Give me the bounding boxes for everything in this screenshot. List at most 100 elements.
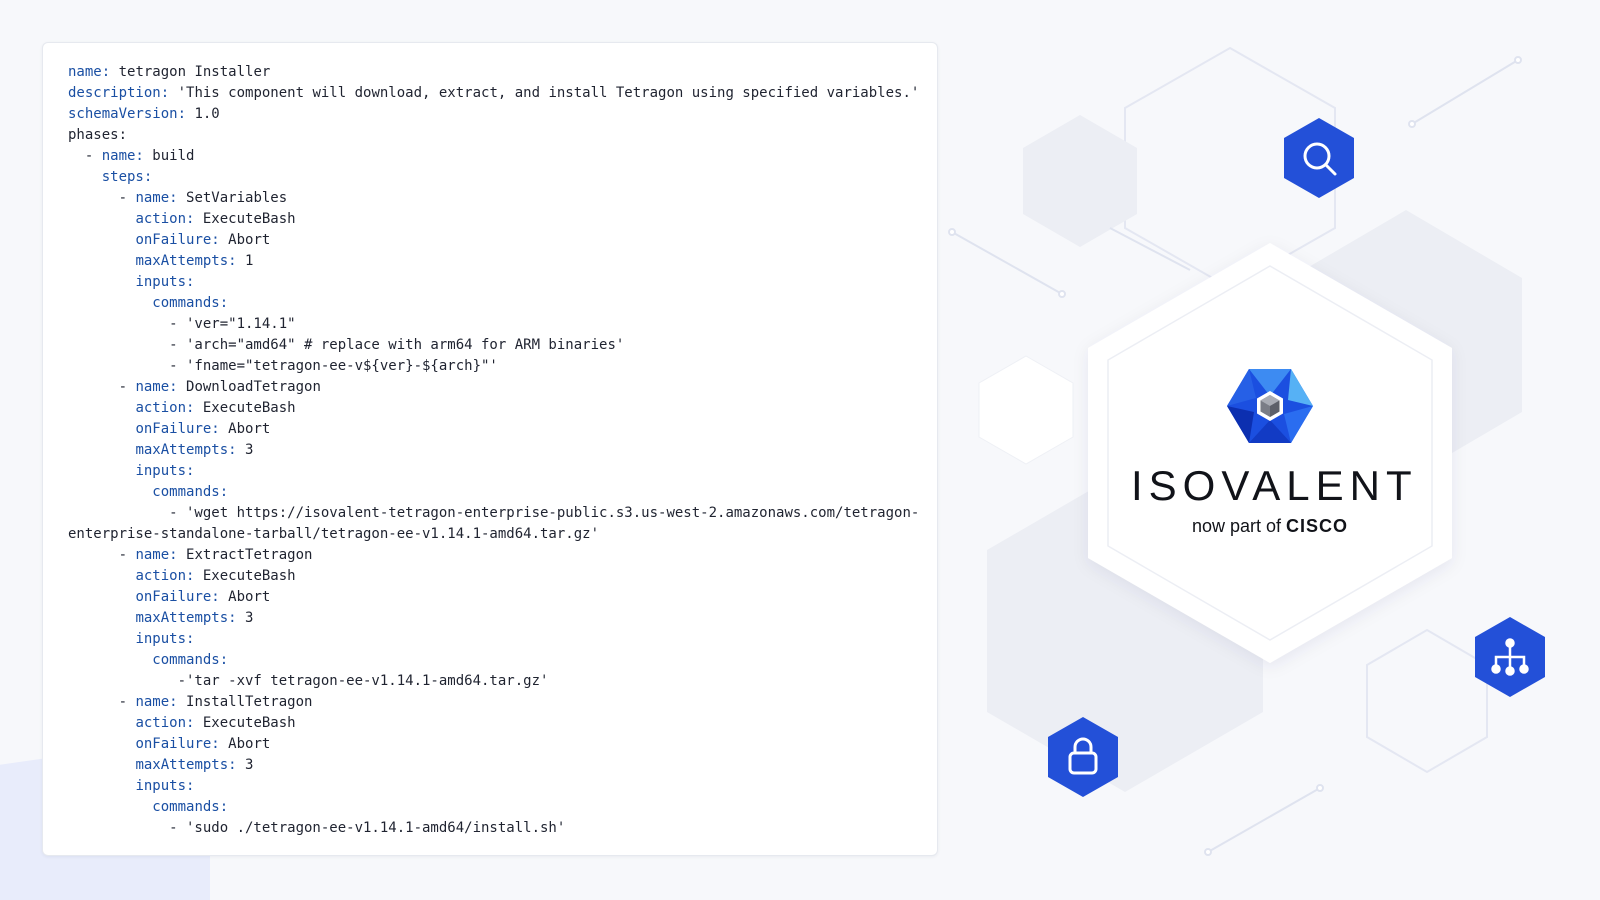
yaml-value: SetVariables: [177, 190, 288, 206]
yaml-key: commands:: [152, 799, 229, 815]
yaml-key: action:: [135, 211, 195, 227]
logo-subtitle: now part of CISCO: [1150, 515, 1390, 537]
decorative-hexagon-art: [948, 46, 1545, 856]
yaml-value: Abort: [219, 421, 271, 437]
code-line: action: ExecuteBash: [68, 713, 919, 734]
code-line: inputs:: [68, 272, 919, 293]
yaml-value: InstallTetragon: [177, 694, 313, 710]
yaml-key: name:: [101, 148, 144, 164]
yaml-key: name:: [135, 379, 178, 395]
yaml-key: action:: [135, 715, 195, 731]
yaml-value: ExtractTetragon: [177, 547, 313, 563]
yaml-key: action:: [135, 400, 195, 416]
code-line: -'tar -xvf tetragon-ee-v1.14.1-amd64.tar…: [68, 671, 919, 692]
yaml-key: onFailure:: [135, 421, 220, 437]
code-indent: -: [68, 190, 136, 206]
code-line: inputs:: [68, 776, 919, 797]
yaml-value: - 'arch="amd64" # replace with arm64 for…: [68, 337, 625, 353]
code-indent: -: [68, 547, 136, 563]
code-line: - 'ver="1.14.1": [68, 314, 919, 335]
yaml-key: onFailure:: [135, 232, 220, 248]
yaml-key: commands:: [152, 484, 229, 500]
yaml-key: maxAttempts:: [135, 253, 237, 269]
yaml-key: onFailure:: [135, 736, 220, 752]
code-line: onFailure: Abort: [68, 734, 919, 755]
code-line: maxAttempts: 3: [68, 608, 919, 629]
code-line: onFailure: Abort: [68, 230, 919, 251]
code-indent: -: [68, 148, 102, 164]
yaml-key: description:: [68, 85, 170, 101]
yaml-key: name:: [135, 547, 178, 563]
yaml-value: 'This component will download, extract, …: [169, 85, 920, 101]
yaml-key: schemaVersion:: [68, 106, 187, 122]
yaml-value: enterprise-standalone-tarball/tetragon-e…: [68, 526, 600, 542]
yaml-value: Abort: [219, 589, 271, 605]
yaml-value: Abort: [219, 232, 271, 248]
code-indent: -: [68, 694, 136, 710]
code-line: - name: build: [68, 146, 919, 167]
code-line: onFailure: Abort: [68, 587, 919, 608]
yaml-key: action:: [135, 568, 195, 584]
code-indent: -: [68, 379, 136, 395]
code-line: - name: SetVariables: [68, 188, 919, 209]
code-line: - 'sudo ./tetragon-ee-v1.14.1-amd64/inst…: [68, 818, 919, 839]
yaml-key: maxAttempts:: [135, 610, 237, 626]
yaml-key: steps:: [101, 169, 153, 185]
code-line: - name: ExtractTetragon: [68, 545, 919, 566]
yaml-value: -'tar -xvf tetragon-ee-v1.14.1-amd64.tar…: [68, 673, 549, 689]
search-icon: [1284, 118, 1354, 198]
yaml-value: - 'ver="1.14.1": [68, 316, 296, 332]
yaml-value: Abort: [219, 736, 271, 752]
code-line: maxAttempts: 1: [68, 251, 919, 272]
yaml-value: build: [143, 148, 195, 164]
filled-hexagon: [1023, 115, 1137, 247]
yaml-code-block: name: tetragon Installer description: 'Th…: [68, 62, 919, 839]
code-card: name: tetragon Installer description: 'Th…: [42, 42, 938, 856]
code-line: schemaVersion: 1.0: [68, 104, 919, 125]
yaml-key: name:: [135, 190, 178, 206]
code-line: enterprise-standalone-tarball/tetragon-e…: [68, 524, 919, 545]
code-line: - name: InstallTetragon: [68, 692, 919, 713]
code-line: inputs:: [68, 461, 919, 482]
yaml-value: 1.0: [186, 106, 220, 122]
code-line: name: tetragon Installer: [68, 62, 919, 83]
code-line: phases:: [68, 125, 919, 146]
code-line: maxAttempts: 3: [68, 440, 919, 461]
code-line: action: ExecuteBash: [68, 398, 919, 419]
yaml-value: 3: [236, 610, 254, 626]
yaml-value: DownloadTetragon: [177, 379, 321, 395]
code-line: - 'fname="tetragon-ee-v${ver}-${arch}"': [68, 356, 919, 377]
yaml-value: ExecuteBash: [194, 715, 296, 731]
yaml-value: - 'fname="tetragon-ee-v${ver}-${arch}"': [68, 358, 498, 374]
code-line: commands:: [68, 293, 919, 314]
yaml-key: commands:: [152, 295, 229, 311]
code-line: - 'arch="amd64" # replace with arm64 for…: [68, 335, 919, 356]
code-line: maxAttempts: 3: [68, 755, 919, 776]
yaml-key: maxAttempts:: [135, 442, 237, 458]
yaml-value: - 'sudo ./tetragon-ee-v1.14.1-amd64/inst…: [68, 820, 566, 836]
yaml-value: 3: [236, 757, 254, 773]
yaml-value: tetragon Installer: [110, 64, 271, 80]
code-line: action: ExecuteBash: [68, 566, 919, 587]
yaml-value: 1: [236, 253, 254, 269]
yaml-value: ExecuteBash: [194, 568, 296, 584]
